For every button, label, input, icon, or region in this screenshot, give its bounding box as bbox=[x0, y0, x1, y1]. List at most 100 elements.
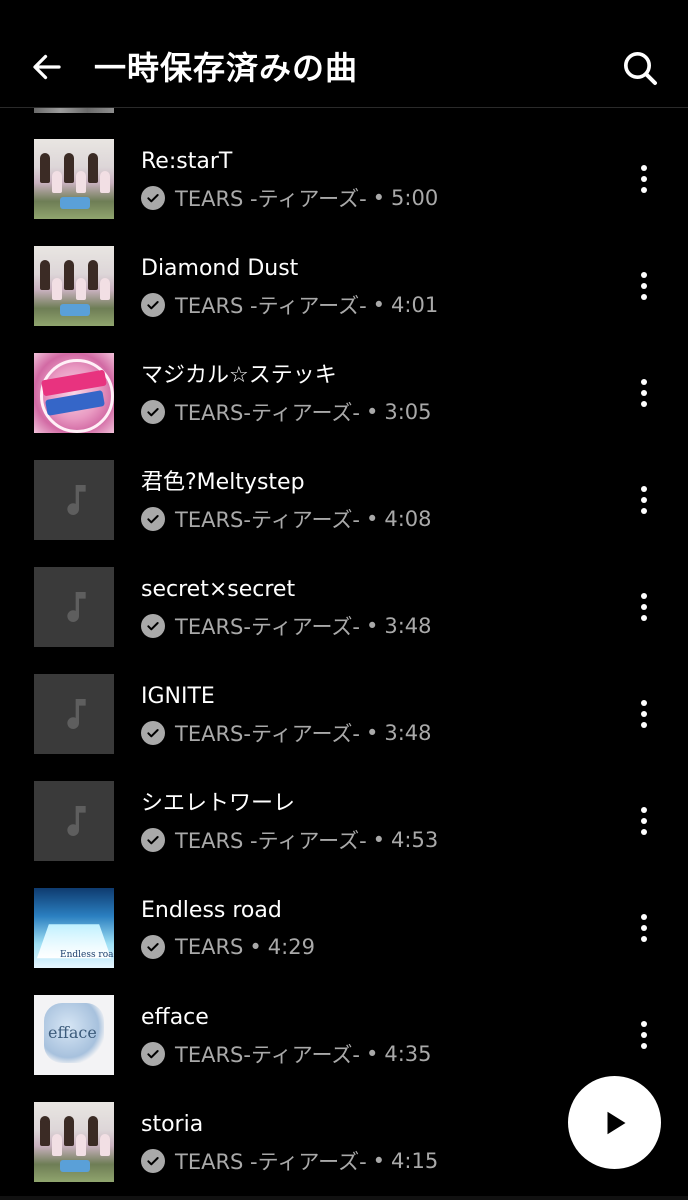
song-meta: TEARS-ティアーズ- • 3:48 bbox=[141, 611, 432, 641]
song-row[interactable]: Endless road Endless road TEARS • 4:29 bbox=[0, 857, 688, 968]
app-header: 一時保存済みの曲 bbox=[0, 0, 688, 108]
song-artist: TEARS bbox=[175, 935, 244, 959]
more-vert-icon bbox=[641, 807, 647, 813]
song-duration: 4:35 bbox=[384, 1042, 432, 1066]
more-options-button[interactable] bbox=[624, 1015, 664, 1055]
search-button[interactable] bbox=[618, 46, 662, 90]
downloaded-check-icon bbox=[141, 186, 165, 210]
song-meta: TEARS • 4:29 bbox=[141, 932, 315, 962]
more-options-button[interactable] bbox=[624, 159, 664, 199]
bottom-divider bbox=[0, 1196, 688, 1200]
search-icon bbox=[624, 52, 657, 85]
song-artist: TEARS-ティアーズ- bbox=[175, 1043, 360, 1067]
meta-separator: • bbox=[372, 186, 386, 210]
song-artist: TEARS-ティアーズ- bbox=[175, 722, 360, 746]
song-artist: TEARS -ティアーズ- bbox=[175, 294, 367, 318]
more-vert-icon bbox=[641, 272, 647, 278]
music-note-icon bbox=[67, 699, 86, 729]
more-options-button[interactable] bbox=[624, 694, 664, 734]
song-list[interactable]: Re:starT TEARS -ティアーズ- • 5:00 Diamond Dust TE… bbox=[0, 108, 688, 1200]
meta-separator: • bbox=[365, 400, 379, 424]
more-vert-icon bbox=[641, 593, 647, 599]
music-note-icon bbox=[67, 485, 86, 515]
meta-separator: • bbox=[365, 721, 379, 745]
album-art bbox=[34, 353, 114, 433]
song-duration: 3:48 bbox=[384, 721, 432, 745]
song-artist: TEARS -ティアーズ- bbox=[175, 829, 367, 853]
play-button[interactable] bbox=[568, 1076, 661, 1169]
song-title: secret×secret bbox=[141, 577, 296, 602]
more-vert-icon bbox=[641, 486, 647, 492]
downloaded-check-icon bbox=[141, 614, 165, 638]
song-title: efface bbox=[141, 1005, 209, 1030]
song-title: Diamond Dust bbox=[141, 256, 299, 281]
meta-separator: • bbox=[365, 507, 379, 531]
more-options-button[interactable] bbox=[624, 801, 664, 841]
song-title: Endless road bbox=[141, 898, 282, 923]
song-row[interactable]: 君色?Meltystep TEARS-ティアーズ- • 4:08 bbox=[0, 429, 688, 540]
song-meta: TEARS-ティアーズ- • 3:05 bbox=[141, 397, 432, 427]
song-title: Re:starT bbox=[141, 149, 233, 174]
more-options-button[interactable] bbox=[624, 908, 664, 948]
song-meta: TEARS -ティアーズ- • 4:01 bbox=[141, 290, 438, 320]
album-art-text: Endless road bbox=[60, 950, 114, 960]
album-art: efface bbox=[34, 995, 114, 1075]
more-options-button[interactable] bbox=[624, 266, 664, 306]
back-button[interactable] bbox=[28, 48, 66, 86]
song-duration: 4:53 bbox=[391, 828, 439, 852]
meta-separator: • bbox=[249, 935, 262, 959]
downloaded-check-icon bbox=[141, 935, 165, 959]
album-art bbox=[34, 1102, 114, 1182]
more-options-button[interactable] bbox=[624, 587, 664, 627]
song-duration: 4:29 bbox=[267, 935, 315, 959]
downloaded-check-icon bbox=[141, 721, 165, 745]
song-artist: TEARS-ティアーズ- bbox=[175, 401, 360, 425]
downloaded-check-icon bbox=[141, 828, 165, 852]
song-duration: 4:08 bbox=[384, 507, 432, 531]
meta-separator: • bbox=[372, 1149, 386, 1173]
downloaded-check-icon bbox=[141, 1149, 165, 1173]
song-meta: TEARS-ティアーズ- • 4:35 bbox=[141, 1039, 432, 1069]
album-art bbox=[34, 781, 114, 861]
song-row[interactable]: IGNITE TEARS-ティアーズ- • 3:48 bbox=[0, 643, 688, 754]
more-vert-icon bbox=[641, 165, 647, 171]
downloaded-check-icon bbox=[141, 293, 165, 317]
song-artist: TEARS -ティアーズ- bbox=[175, 187, 367, 211]
song-meta: TEARS -ティアーズ- • 4:15 bbox=[141, 1146, 438, 1176]
song-row[interactable]: Re:starT TEARS -ティアーズ- • 5:00 bbox=[0, 108, 688, 219]
more-vert-icon bbox=[641, 914, 647, 920]
song-meta: TEARS -ティアーズ- • 5:00 bbox=[141, 183, 438, 213]
more-vert-icon bbox=[641, 379, 647, 385]
more-options-button[interactable] bbox=[624, 480, 664, 520]
song-title: 君色?Meltystep bbox=[141, 470, 305, 495]
song-title: IGNITE bbox=[141, 684, 215, 709]
more-options-button[interactable] bbox=[624, 373, 664, 413]
album-art bbox=[34, 246, 114, 326]
song-artist: TEARS-ティアーズ- bbox=[175, 508, 360, 532]
song-title: マジカル☆ステッキ bbox=[141, 363, 337, 388]
album-art bbox=[34, 460, 114, 540]
arrow-left-icon bbox=[33, 54, 61, 80]
downloaded-check-icon bbox=[141, 507, 165, 531]
song-meta: TEARS -ティアーズ- • 4:53 bbox=[141, 825, 438, 855]
music-note-icon bbox=[67, 592, 86, 622]
song-row[interactable]: secret×secret TEARS-ティアーズ- • 3:48 bbox=[0, 536, 688, 647]
song-artist: TEARS -ティアーズ- bbox=[175, 1150, 367, 1174]
song-duration: 3:05 bbox=[384, 400, 432, 424]
song-artist: TEARS-ティアーズ- bbox=[175, 615, 360, 639]
downloaded-check-icon bbox=[141, 1042, 165, 1066]
song-duration: 3:48 bbox=[384, 614, 432, 638]
page-title: 一時保存済みの曲 bbox=[94, 49, 359, 87]
more-vert-icon bbox=[641, 700, 647, 706]
play-icon bbox=[607, 1111, 625, 1134]
song-meta: TEARS-ティアーズ- • 4:08 bbox=[141, 504, 432, 534]
song-row[interactable]: シエレトワーレ TEARS -ティアーズ- • 4:53 bbox=[0, 750, 688, 861]
meta-separator: • bbox=[372, 293, 386, 317]
song-row[interactable]: Diamond Dust TEARS -ティアーズ- • 4:01 bbox=[0, 215, 688, 326]
song-row[interactable]: efface efface TEARS-ティアーズ- • 4:35 bbox=[0, 964, 688, 1075]
album-art-text: efface bbox=[48, 1023, 97, 1042]
song-duration: 4:15 bbox=[391, 1149, 439, 1173]
album-art bbox=[34, 139, 114, 219]
song-row[interactable]: マジカル☆ステッキ TEARS-ティアーズ- • 3:05 bbox=[0, 322, 688, 433]
music-note-icon bbox=[67, 806, 86, 836]
